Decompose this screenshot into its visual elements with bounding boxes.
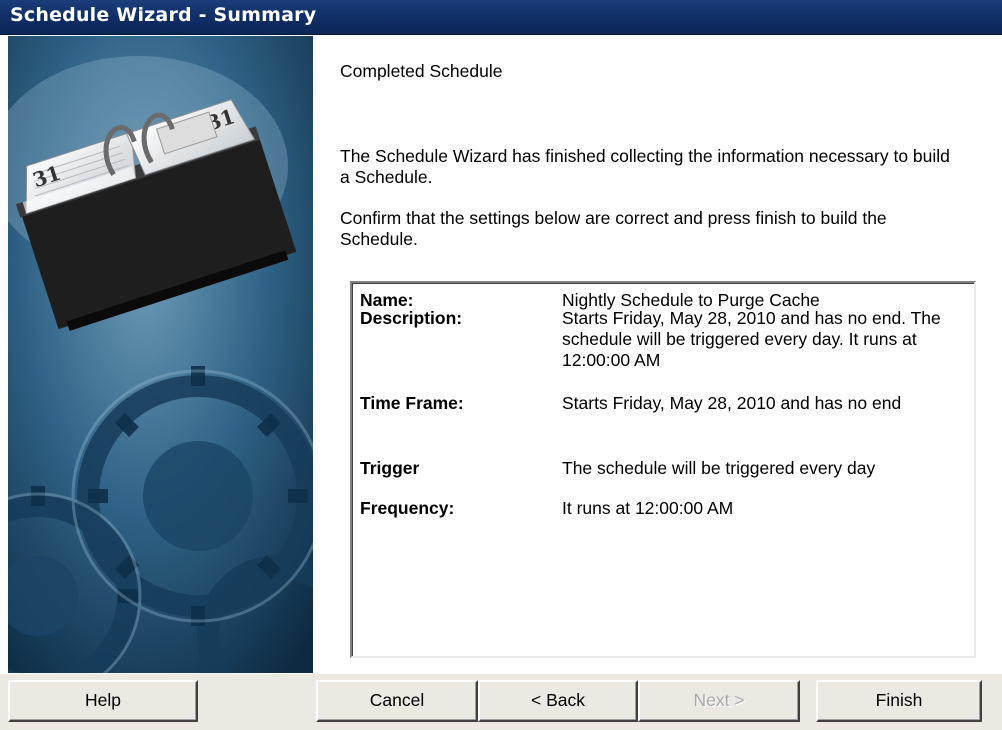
time-frame-value: Starts Friday, May 28, 2010 and has no e… [562,393,902,413]
calendar-gears-illustration: 31 31 [8,36,313,673]
wizard-button-bar: Help Cancel < Back Next > Finish [0,673,1002,730]
trigger-label: Trigger [360,458,420,478]
next-button[interactable]: Next > [638,680,800,722]
finish-button[interactable]: Finish [816,680,982,722]
description-label: Description: [360,308,463,328]
cancel-button[interactable]: Cancel [316,680,478,722]
frequency-value: It runs at 12:00:00 AM [562,498,734,518]
window-title: Schedule Wizard - Summary [10,4,317,26]
description-value: Starts Friday, May 28, 2010 and has no e… [562,308,941,370]
summary-box[interactable]: Name: Nightly Schedule to Purge Cache De… [350,281,976,658]
title-bar[interactable]: Schedule Wizard - Summary [0,0,1002,35]
confirm-text: Confirm that the settings below are corr… [340,208,887,249]
trigger-value: The schedule will be triggered every day [562,458,876,478]
back-button[interactable]: < Back [478,680,638,722]
help-button[interactable]: Help [8,680,198,722]
page-heading: Completed Schedule [340,61,503,81]
time-frame-label: Time Frame: [360,393,464,413]
wizard-side-image: 31 31 [8,36,313,673]
frequency-label: Frequency: [360,498,455,518]
wizard-content: Completed Schedule The Schedule Wizard h… [340,36,980,673]
intro-text: The Schedule Wizard has finished collect… [340,146,950,187]
